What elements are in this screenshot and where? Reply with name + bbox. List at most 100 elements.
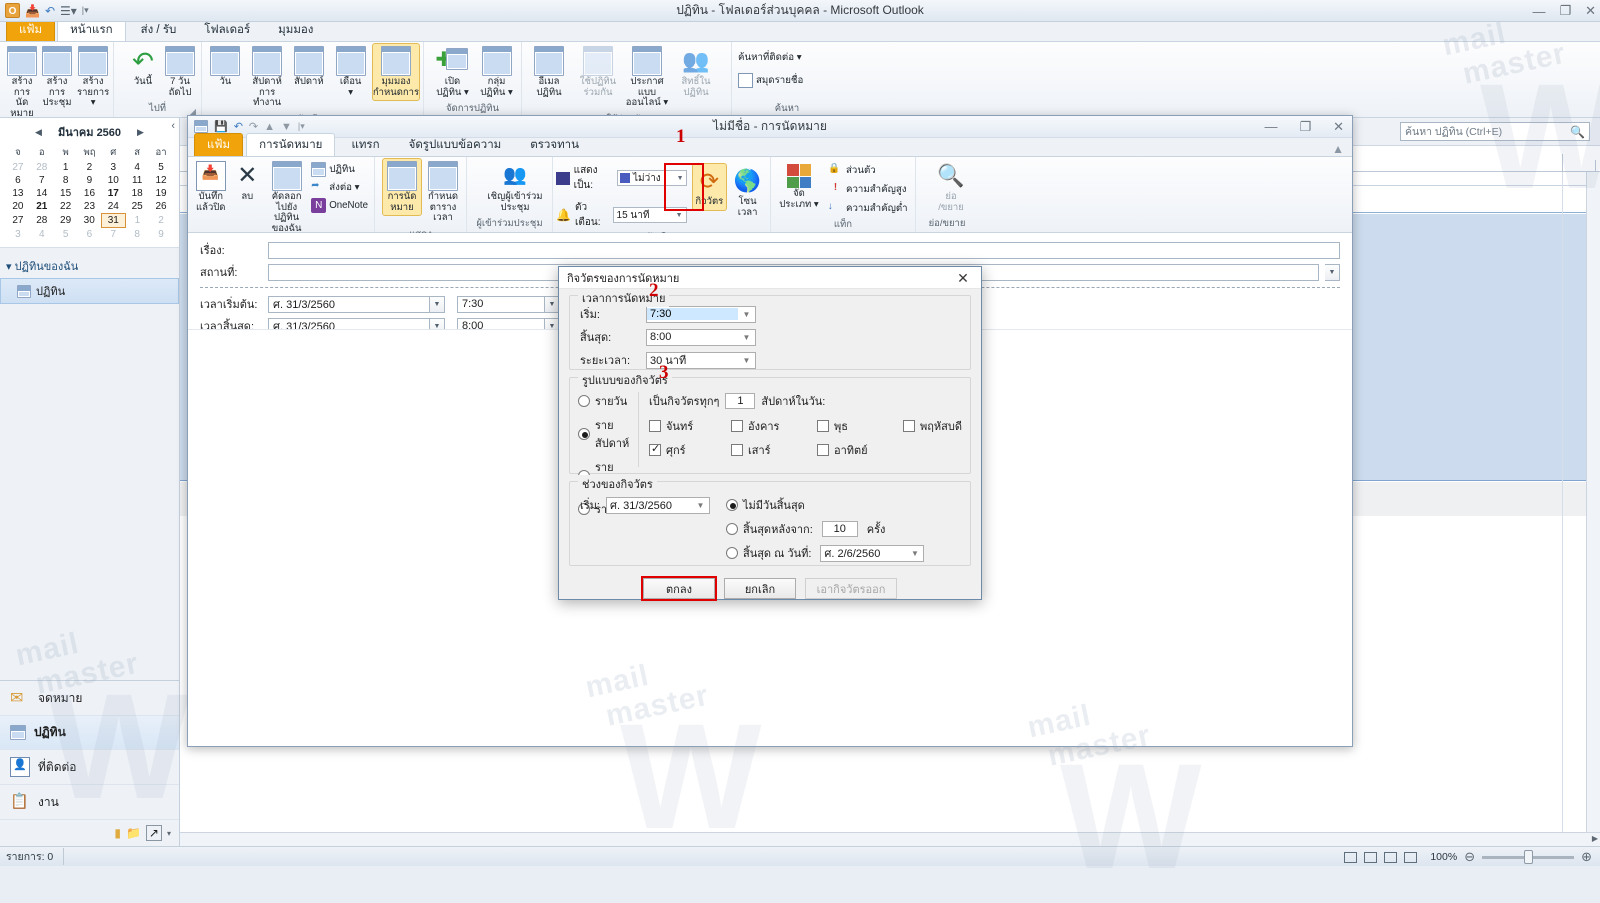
mini-calendar-day[interactable]: 6 xyxy=(6,174,30,187)
mini-calendar-day[interactable]: 24 xyxy=(101,200,125,214)
chevron-down-icon[interactable]: ▼ xyxy=(692,498,709,513)
mini-calendar-day[interactable]: 27 xyxy=(6,161,30,174)
notes-icon[interactable]: ▮ xyxy=(114,826,121,840)
recurrence-end-combo[interactable]: 8:00 ▼ xyxy=(646,328,756,346)
recurrence-start-value[interactable]: 7:30 xyxy=(647,308,738,320)
mini-calendar-day[interactable]: 27 xyxy=(6,214,30,228)
publish-online-button[interactable]: ประกาศแบบ ออนไลน์ ▾ xyxy=(623,43,671,112)
mini-calendar-day[interactable]: 17 xyxy=(101,187,125,200)
mini-calendar-day[interactable]: 4 xyxy=(125,161,149,174)
sidebar-item-calendar-module[interactable]: ปฏิทิน xyxy=(0,716,179,750)
mini-calendar-day[interactable]: 30 xyxy=(78,214,102,228)
mini-calendar-day[interactable]: 10 xyxy=(101,174,125,187)
day-thursday-checkbox[interactable]: พฤหัสบดี xyxy=(902,417,962,435)
day-friday-checkbox[interactable]: ศุกร์ xyxy=(648,441,731,459)
chevron-down-icon[interactable]: ▼ xyxy=(906,546,923,561)
cancel-button[interactable]: ยกเลิก xyxy=(724,578,796,599)
mini-calendar-day[interactable]: 28 xyxy=(30,161,54,174)
ribbon-help-area[interactable]: ▲ xyxy=(1332,142,1344,156)
ribbon-tab-review[interactable]: ตรวจทาน xyxy=(517,133,592,156)
nav-config-icons[interactable]: ▮ 📁 ↗ ▾ xyxy=(0,820,179,846)
recurrence-start-combo[interactable]: 7:30 ▼ xyxy=(646,305,756,323)
view-work-week-button[interactable]: สัปดาห์ การทำงาน xyxy=(247,43,288,112)
radio-button[interactable] xyxy=(725,523,738,535)
view-schedule-button[interactable]: มุมมอง กำหนดการ xyxy=(372,43,420,102)
new-meeting-button[interactable]: สร้างการ ประชุม xyxy=(40,43,74,112)
checkbox-box[interactable] xyxy=(730,444,743,456)
low-importance-button[interactable]: ↓ ความสำคัญต่ำ xyxy=(825,200,911,217)
radio-button[interactable] xyxy=(578,428,590,440)
sidebar-item-calendar[interactable]: ปฏิทิน xyxy=(0,278,179,304)
minimize-button[interactable]: — xyxy=(1532,4,1545,19)
scheduling-button[interactable]: กำหนด ตารางเวลา xyxy=(423,158,463,227)
sidebar-item-contacts[interactable]: 👤 ที่ติดต่อ xyxy=(0,750,179,785)
mini-calendar-day[interactable]: 2 xyxy=(149,214,173,228)
mini-calendar-day[interactable]: 22 xyxy=(54,200,78,214)
mini-calendar-day[interactable]: 4 xyxy=(30,228,54,242)
location-dropdown-button[interactable]: ▼ xyxy=(1325,263,1340,281)
ribbon-tab-format-text[interactable]: จัดรูปแบบข้อความ xyxy=(396,133,515,156)
find-contact-button[interactable]: ค้นหาที่ติดต่อ ▾ xyxy=(735,49,805,66)
view-day-button[interactable]: วัน xyxy=(205,43,246,91)
recurrence-end-value[interactable]: 8:00 xyxy=(647,331,738,343)
mini-calendar-day[interactable]: 23 xyxy=(78,200,102,214)
collapse-ribbon-icon[interactable]: ▲ xyxy=(1332,142,1344,156)
range-end-after-radio[interactable]: สิ้นสุดหลังจาก: 10 ครั้ง xyxy=(725,520,960,538)
mini-calendar-day[interactable]: 15 xyxy=(54,187,78,200)
calendar-groups-button[interactable]: กลุ่ม ปฏิทิน ▾ xyxy=(475,43,518,101)
end-after-occurrences-input[interactable]: 10 xyxy=(821,521,858,537)
ok-button[interactable]: ตกลง xyxy=(641,576,717,601)
mini-calendar-day[interactable]: 25 xyxy=(125,200,149,214)
nav-options-icon[interactable]: ▾ xyxy=(167,829,171,838)
onenote-button[interactable]: N OneNote xyxy=(308,197,371,214)
maximize-button[interactable]: ❐ xyxy=(1559,3,1571,19)
minimize-button[interactable]: — xyxy=(1264,119,1277,135)
checkbox-box[interactable] xyxy=(816,444,829,456)
dialog-close-button[interactable]: ✕ xyxy=(949,267,977,289)
mini-calendar-day[interactable]: 21 xyxy=(30,200,54,214)
today-button[interactable]: ↶ วันนี้ xyxy=(125,43,161,91)
pattern-daily-radio[interactable]: รายวัน xyxy=(578,392,634,410)
time-zones-button[interactable]: 🌎 โซน เวลา xyxy=(728,163,767,221)
window-controls[interactable]: — ❐ ✕ xyxy=(1532,0,1596,22)
calendar-permissions-button[interactable]: 👥 สิทธิ์ใน ปฏิทิน xyxy=(672,43,720,101)
reading-view-icon[interactable] xyxy=(1364,851,1378,863)
radio-button[interactable] xyxy=(725,499,738,511)
range-start-value[interactable]: ศ. 31/3/2560 xyxy=(607,496,692,514)
checkbox-box[interactable] xyxy=(730,420,743,432)
ribbon-tab-appointment[interactable]: การนัดหมาย xyxy=(246,133,336,156)
calendar-horizontal-scrollbar[interactable]: ▶ xyxy=(180,832,1600,846)
start-date-value[interactable]: ศ. 31/3/2560 xyxy=(268,295,430,313)
view-month-button[interactable]: เดือน ▾ xyxy=(330,43,371,101)
chevron-down-icon[interactable]: ▼ xyxy=(676,212,683,219)
my-calendars-group[interactable]: ▾ ปฏิทินของฉัน xyxy=(0,254,179,278)
remove-recurrence-button[interactable]: เอากิจวัตรออก xyxy=(805,578,897,599)
mini-calendar-day[interactable]: 3 xyxy=(6,228,30,242)
folder-list-icon[interactable]: 📁 xyxy=(126,826,141,840)
private-button[interactable]: 🔒 ส่วนตัว xyxy=(825,162,911,179)
radio-button[interactable] xyxy=(578,395,590,407)
zoom-in-button[interactable]: ⊕ xyxy=(1581,849,1592,865)
preview-view-icon[interactable] xyxy=(1404,851,1418,863)
mini-calendar-day[interactable]: 5 xyxy=(54,228,78,242)
calendar-button[interactable]: ปฏิทิน xyxy=(308,161,371,178)
close-button[interactable]: ✕ xyxy=(1333,119,1344,135)
view-week-button[interactable]: สัปดาห์ xyxy=(289,43,330,91)
chevron-down-icon[interactable]: ▼ xyxy=(738,307,755,322)
forward-button[interactable]: ➦ ส่งต่อ ▾ xyxy=(308,179,371,196)
mini-calendar-day[interactable]: 9 xyxy=(78,174,102,187)
grid-view-icon[interactable] xyxy=(1384,851,1398,863)
sidebar-item-mail[interactable]: ✉ จดหมาย xyxy=(0,681,179,716)
day-monday-checkbox[interactable]: จันทร์ xyxy=(648,417,731,435)
chevron-down-icon[interactable]: ▼ xyxy=(738,353,755,368)
mini-calendar-day[interactable]: 3 xyxy=(101,161,125,174)
appointment-ribbon-tabs[interactable]: แฟ้ม การนัดหมาย แทรก จัดรูปแบบข้อความ ตร… xyxy=(188,133,1352,157)
range-no-end-radio[interactable]: ไม่มีวันสิ้นสุด xyxy=(725,496,960,514)
mini-calendar-day[interactable]: 29 xyxy=(54,214,78,228)
range-start-combo[interactable]: ศ. 31/3/2560 ▼ xyxy=(605,496,710,514)
day-saturday-checkbox[interactable]: เสาร์ xyxy=(730,441,817,459)
search-input[interactable]: ค้นหา ปฏิทิน (Ctrl+E) 🔍 xyxy=(1400,122,1590,141)
radio-button[interactable] xyxy=(725,547,738,559)
ribbon-tab-insert[interactable]: แทรก xyxy=(338,133,392,156)
mini-calendar-day[interactable]: 2 xyxy=(78,161,102,174)
